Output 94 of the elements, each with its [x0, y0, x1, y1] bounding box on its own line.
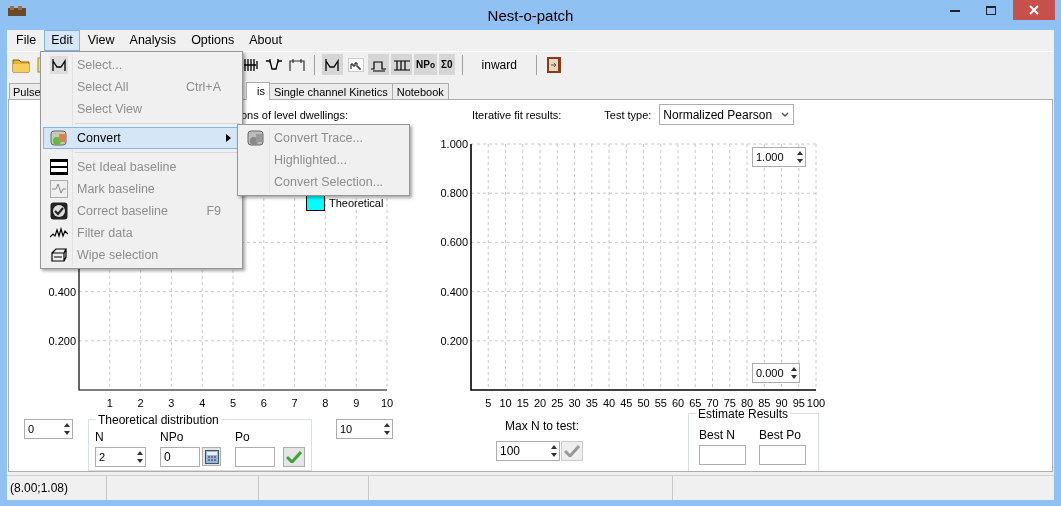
- tick-label: 0.400: [48, 285, 76, 298]
- menu-item[interactable]: Edit: [44, 30, 80, 51]
- test-type-dropdown[interactable]: Normalized Pearson: [659, 104, 795, 126]
- tick-label: 30: [568, 396, 581, 409]
- convert-icon: [49, 129, 69, 147]
- tab[interactable]: Single channel Kinetics: [268, 82, 393, 99]
- input-field[interactable]: [235, 446, 275, 467]
- tick-label: 10: [499, 396, 512, 409]
- menu-item[interactable]: About: [242, 30, 289, 51]
- toolbar-button[interactable]: Σ0: [439, 54, 455, 76]
- tick-label: 6: [260, 396, 267, 409]
- tick-label: 5: [485, 396, 492, 409]
- submenu-arrow-icon: [226, 134, 231, 142]
- spin-box[interactable]: 1.000: [752, 146, 806, 167]
- tick-label: 35: [585, 396, 598, 409]
- wave-icon[interactable]: [322, 54, 343, 76]
- tick-label: 60: [671, 396, 685, 409]
- tick-label: 95: [792, 396, 805, 409]
- tick-label: 0.200: [48, 334, 76, 347]
- field-label: N: [95, 429, 105, 444]
- group-title: Estimate Results: [696, 406, 791, 421]
- tick-label: 70: [706, 396, 719, 409]
- close-button[interactable]: [1013, 0, 1055, 20]
- spin-box[interactable]: 0: [24, 418, 73, 439]
- menu-item[interactable]: Convert: [43, 127, 240, 149]
- tick-label: 0.200: [440, 334, 468, 347]
- wave-icon: [50, 56, 68, 74]
- apply-button[interactable]: [283, 446, 305, 467]
- wave-icon: [50, 180, 68, 198]
- tick-label: 65: [689, 396, 702, 409]
- field-label: Best Po: [759, 427, 803, 442]
- app-icon: [8, 6, 26, 16]
- checkmark-icon: [286, 450, 302, 463]
- field-label: NPo: [160, 429, 185, 444]
- group-title: Theoretical distribution: [96, 412, 221, 427]
- tab[interactable]: is: [246, 81, 270, 100]
- tick-label: 75: [723, 396, 736, 409]
- menu-item[interactable]: Analysis: [122, 30, 184, 51]
- tick-label: 20: [533, 396, 547, 409]
- tab[interactable]: Notebook: [391, 82, 449, 99]
- trace-icon[interactable]: [391, 54, 412, 76]
- tick-label: 10: [380, 396, 394, 409]
- tick-label: 4: [199, 396, 206, 409]
- maximize-icon: [985, 5, 996, 15]
- tick-label: 1: [106, 396, 113, 409]
- field-label: Best N: [699, 427, 736, 442]
- legend-label: Theoretical: [329, 196, 384, 209]
- tick-label: 80: [740, 396, 754, 409]
- status-text: (8.00;1.08): [7, 476, 107, 500]
- max-n-label: Max N to test:: [505, 418, 579, 433]
- tick-label: 2: [137, 396, 144, 409]
- tick-label: 100: [806, 396, 826, 409]
- tick-label: 0.400: [440, 285, 468, 298]
- window-title: Nest-o-patch: [487, 6, 574, 24]
- calculator-button[interactable]: [202, 447, 221, 467]
- tick-label: 15: [516, 396, 529, 409]
- minimize-icon: [950, 8, 960, 12]
- tick-label: 9: [353, 396, 360, 409]
- tick-label: 1.000: [440, 137, 468, 150]
- input-field[interactable]: [699, 444, 746, 465]
- menu-item[interactable]: Options: [184, 30, 242, 51]
- input-field[interactable]: 0: [160, 446, 200, 467]
- spin-box[interactable]: 2: [95, 446, 146, 467]
- tick-label: 8: [322, 396, 329, 409]
- trace-icon[interactable]: [368, 54, 389, 76]
- tick-label: 25: [551, 396, 564, 409]
- tick-label: 50: [637, 396, 650, 409]
- tick-label: 40: [602, 396, 616, 409]
- convert-icon: [246, 129, 266, 147]
- menu-item[interactable]: View: [80, 30, 122, 51]
- box-icon: [50, 247, 68, 263]
- tick-label: 85: [758, 396, 771, 409]
- tick-label: 0.600: [440, 236, 468, 249]
- tick-label: 3: [168, 396, 175, 409]
- tick-label: 90: [775, 396, 788, 409]
- spin-box[interactable]: 100: [496, 440, 560, 461]
- check-icon: [50, 202, 68, 220]
- baseline-icon: [50, 159, 68, 175]
- tick-label: 7: [291, 396, 298, 409]
- input-field[interactable]: [759, 444, 806, 465]
- test-type-label: Test type:: [604, 108, 652, 121]
- tick-label: 5: [229, 396, 237, 409]
- tick-label: 55: [654, 396, 667, 409]
- close-icon: [1029, 5, 1039, 15]
- chart-caption: Iterative fit results:: [472, 108, 562, 121]
- toolbar-button[interactable]: inward: [469, 54, 529, 76]
- spin-box[interactable]: 0.000: [752, 362, 800, 383]
- tick-label: 0.800: [440, 186, 468, 199]
- field-label: Po: [235, 429, 251, 444]
- tick-label: 45: [620, 396, 633, 409]
- spin-box[interactable]: 10: [336, 418, 393, 439]
- checkmark-icon: [564, 444, 580, 457]
- menu-item[interactable]: File: [9, 30, 44, 51]
- calculator-icon: [204, 449, 219, 464]
